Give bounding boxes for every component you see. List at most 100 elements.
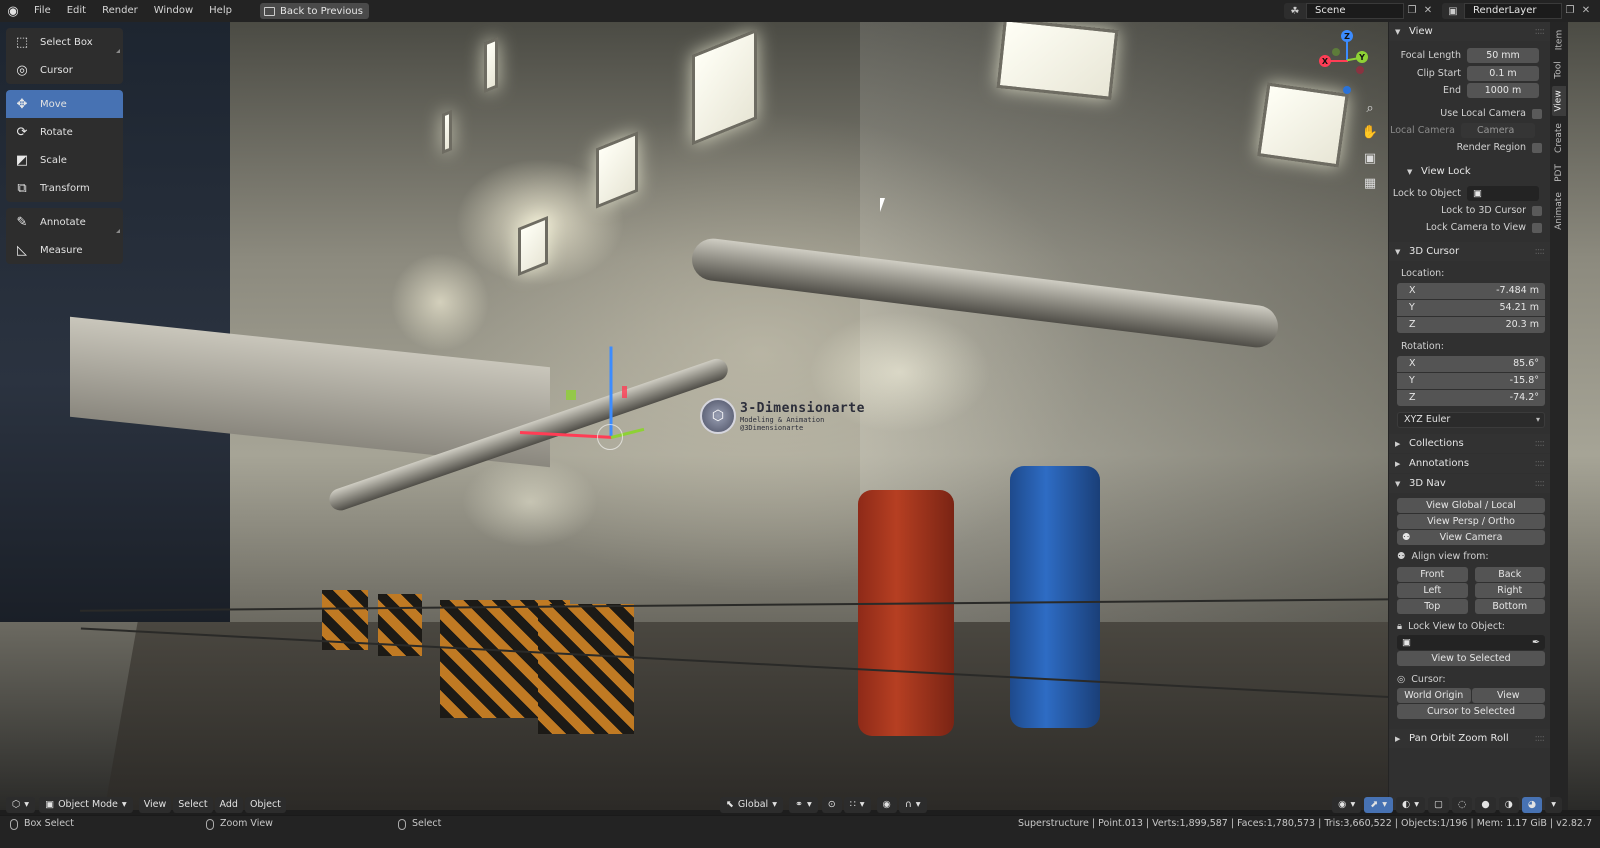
visibility-dropdown[interactable]: ◉ ▾	[1332, 797, 1362, 813]
shading-options-dropdown[interactable]: ▾	[1545, 797, 1562, 813]
scene-name-field[interactable]: Scene	[1306, 3, 1404, 19]
local-camera-field[interactable]: Camera	[1461, 123, 1535, 138]
editor-type-dropdown[interactable]: ⬡ ▾	[6, 797, 36, 813]
tool-measure[interactable]: ◺ Measure	[6, 236, 123, 264]
gizmo-plane-handle[interactable]	[622, 386, 627, 398]
align-right-button[interactable]: Right	[1474, 583, 1545, 598]
tab-tool[interactable]: Tool	[1552, 56, 1566, 84]
panel-pan-orbit-header[interactable]: ▶ Pan Orbit Zoom Roll::::	[1389, 729, 1550, 748]
shading-solid-button[interactable]: ●	[1475, 797, 1496, 813]
tool-cursor[interactable]: ◎ Cursor	[6, 56, 123, 84]
view-persp-ortho-button[interactable]: View Persp / Ortho	[1397, 514, 1545, 529]
menu-help[interactable]: Help	[201, 0, 240, 22]
drag-handle-icon[interactable]: ::::	[1535, 458, 1546, 469]
drag-handle-icon[interactable]: ::::	[1535, 438, 1546, 449]
menu-render[interactable]: Render	[94, 0, 146, 22]
view-lock-header[interactable]: ▼ View Lock	[1389, 162, 1550, 181]
tool-rotate[interactable]: ⟳ Rotate	[6, 118, 123, 146]
drag-handle-icon[interactable]: ::::	[1535, 246, 1546, 257]
lock-camera-to-view-row[interactable]: Lock Camera to View	[1389, 219, 1550, 236]
panel-3d-nav-header[interactable]: ▼ 3D Nav::::	[1389, 474, 1550, 493]
eyedropper-icon[interactable]: ✒	[1532, 635, 1540, 650]
tab-animate[interactable]: Animate	[1552, 188, 1566, 234]
lock-view-object-field[interactable]: ▣ ✒	[1397, 635, 1545, 650]
panel-collections-header[interactable]: ▶ Collections::::	[1389, 434, 1550, 453]
pan-hand-icon[interactable]: ✋	[1360, 122, 1380, 142]
blender-logo-icon[interactable]: ◉	[0, 0, 26, 22]
focal-length-field[interactable]: 50 mm	[1467, 48, 1539, 63]
render-layer-copy-icon[interactable]: ❐	[1562, 3, 1578, 19]
tool-scale[interactable]: ◩ Scale	[6, 146, 123, 174]
panel-view-header[interactable]: ▼ View::::	[1389, 22, 1550, 41]
menu-view[interactable]: View	[138, 797, 172, 813]
tool-select-box[interactable]: ⬚ Select Box	[6, 28, 123, 56]
align-top-button[interactable]: Top	[1397, 599, 1468, 614]
cursor-to-selected-button[interactable]: Cursor to Selected	[1397, 704, 1545, 719]
nav-axis-neg-y[interactable]	[1332, 48, 1340, 56]
pivot-point-dropdown[interactable]: ⚭ ▾	[788, 797, 818, 813]
navigation-gizmo[interactable]: Z X Y	[1316, 26, 1376, 96]
proportional-falloff-dropdown[interactable]: ∩ ▾	[898, 797, 927, 813]
lock-camera-to-view-checkbox[interactable]	[1532, 222, 1542, 233]
drag-handle-icon[interactable]: ::::	[1535, 26, 1546, 37]
cursor-location-z[interactable]: Z 20.3 m	[1397, 317, 1545, 333]
clip-start-field[interactable]: 0.1 m	[1467, 66, 1539, 81]
shading-rendered-button[interactable]: ◕	[1521, 797, 1543, 813]
transform-orientation-dropdown[interactable]: ⬉ Global ▾	[719, 797, 783, 813]
proportional-editing-toggle[interactable]: ◉	[876, 797, 897, 813]
snap-target-dropdown[interactable]: ∷ ▾	[843, 797, 871, 813]
align-left-button[interactable]: Left	[1397, 583, 1468, 598]
cursor-rotation-z[interactable]: Z -74.2°	[1397, 390, 1545, 406]
snap-toggle[interactable]: ⊙	[821, 797, 842, 813]
nav-axis-neg-x[interactable]	[1356, 66, 1364, 74]
panel-annotations-header[interactable]: ▶ Annotations::::	[1389, 454, 1550, 473]
tool-annotate[interactable]: ✎ Annotate	[6, 208, 123, 236]
tab-view[interactable]: View	[1552, 86, 1566, 116]
render-layer-close-icon[interactable]: ✕	[1578, 3, 1594, 19]
shading-wireframe-button[interactable]: ◌	[1452, 797, 1473, 813]
zoom-icon[interactable]: ⌕	[1360, 98, 1380, 118]
menu-add[interactable]: Add	[214, 797, 243, 813]
scene-icon[interactable]: ☘	[1284, 3, 1306, 19]
menu-select[interactable]: Select	[173, 797, 213, 813]
drag-handle-icon[interactable]: ::::	[1535, 478, 1546, 489]
cursor-rotation-x[interactable]: X 85.6°	[1397, 356, 1545, 372]
render-region-row[interactable]: Render Region	[1389, 139, 1550, 156]
align-back-button[interactable]: Back	[1474, 567, 1545, 582]
nav-axis-x[interactable]: X	[1319, 55, 1331, 67]
3d-viewport[interactable]: ⬡ 3-Dimensionarte Modeling & Animation @…	[0, 22, 1600, 810]
tab-create[interactable]: Create	[1552, 118, 1566, 158]
lock-to-object-field[interactable]: ▣	[1467, 186, 1539, 201]
menu-edit[interactable]: Edit	[59, 0, 94, 22]
tool-move[interactable]: ✥ Move	[6, 90, 123, 118]
camera-view-icon[interactable]: ▣	[1360, 148, 1380, 168]
menu-window[interactable]: Window	[146, 0, 201, 22]
use-local-camera-checkbox[interactable]	[1532, 108, 1542, 119]
grid-ortho-icon[interactable]: ▦	[1360, 173, 1380, 193]
drag-handle-icon[interactable]: ::::	[1535, 733, 1546, 744]
scene-close-icon[interactable]: ✕	[1420, 3, 1436, 19]
rotation-mode-dropdown[interactable]: XYZ Euler ▾	[1397, 412, 1545, 428]
menu-file[interactable]: File	[26, 0, 59, 22]
lock-to-3d-cursor-checkbox[interactable]	[1532, 205, 1542, 216]
view-to-selected-button[interactable]: View to Selected	[1397, 651, 1545, 666]
view-camera-button[interactable]: ⚉ View Camera	[1397, 530, 1545, 545]
cursor-location-x[interactable]: X -7.484 m	[1397, 283, 1545, 299]
nav-axis-y[interactable]: Y	[1356, 51, 1368, 63]
gizmo-toggle[interactable]: ⬈ ▾	[1364, 797, 1393, 813]
mode-dropdown[interactable]: ▣ Object Mode ▾	[39, 797, 133, 813]
overlay-toggle[interactable]: ◐ ▾	[1395, 797, 1426, 813]
panel-3d-cursor-header[interactable]: ▼ 3D Cursor::::	[1389, 242, 1550, 261]
cursor-rotation-y[interactable]: Y -15.8°	[1397, 373, 1545, 389]
tool-transform[interactable]: ⧉ Transform	[6, 174, 123, 202]
world-origin-button[interactable]: World Origin	[1397, 688, 1471, 703]
gizmo-center-handle[interactable]	[597, 424, 623, 450]
lock-to-3d-cursor-row[interactable]: Lock to 3D Cursor	[1389, 202, 1550, 219]
nav-axis-neg-z[interactable]	[1343, 86, 1351, 94]
gizmo-plane-handle[interactable]	[566, 390, 576, 400]
tab-pdt[interactable]: PDT	[1552, 160, 1566, 186]
render-layer-name-field[interactable]: RenderLayer	[1464, 3, 1562, 19]
render-layer-icon[interactable]: ▣	[1442, 3, 1464, 19]
clip-end-field[interactable]: 1000 m	[1467, 83, 1539, 98]
nav-axis-z[interactable]: Z	[1341, 30, 1353, 42]
